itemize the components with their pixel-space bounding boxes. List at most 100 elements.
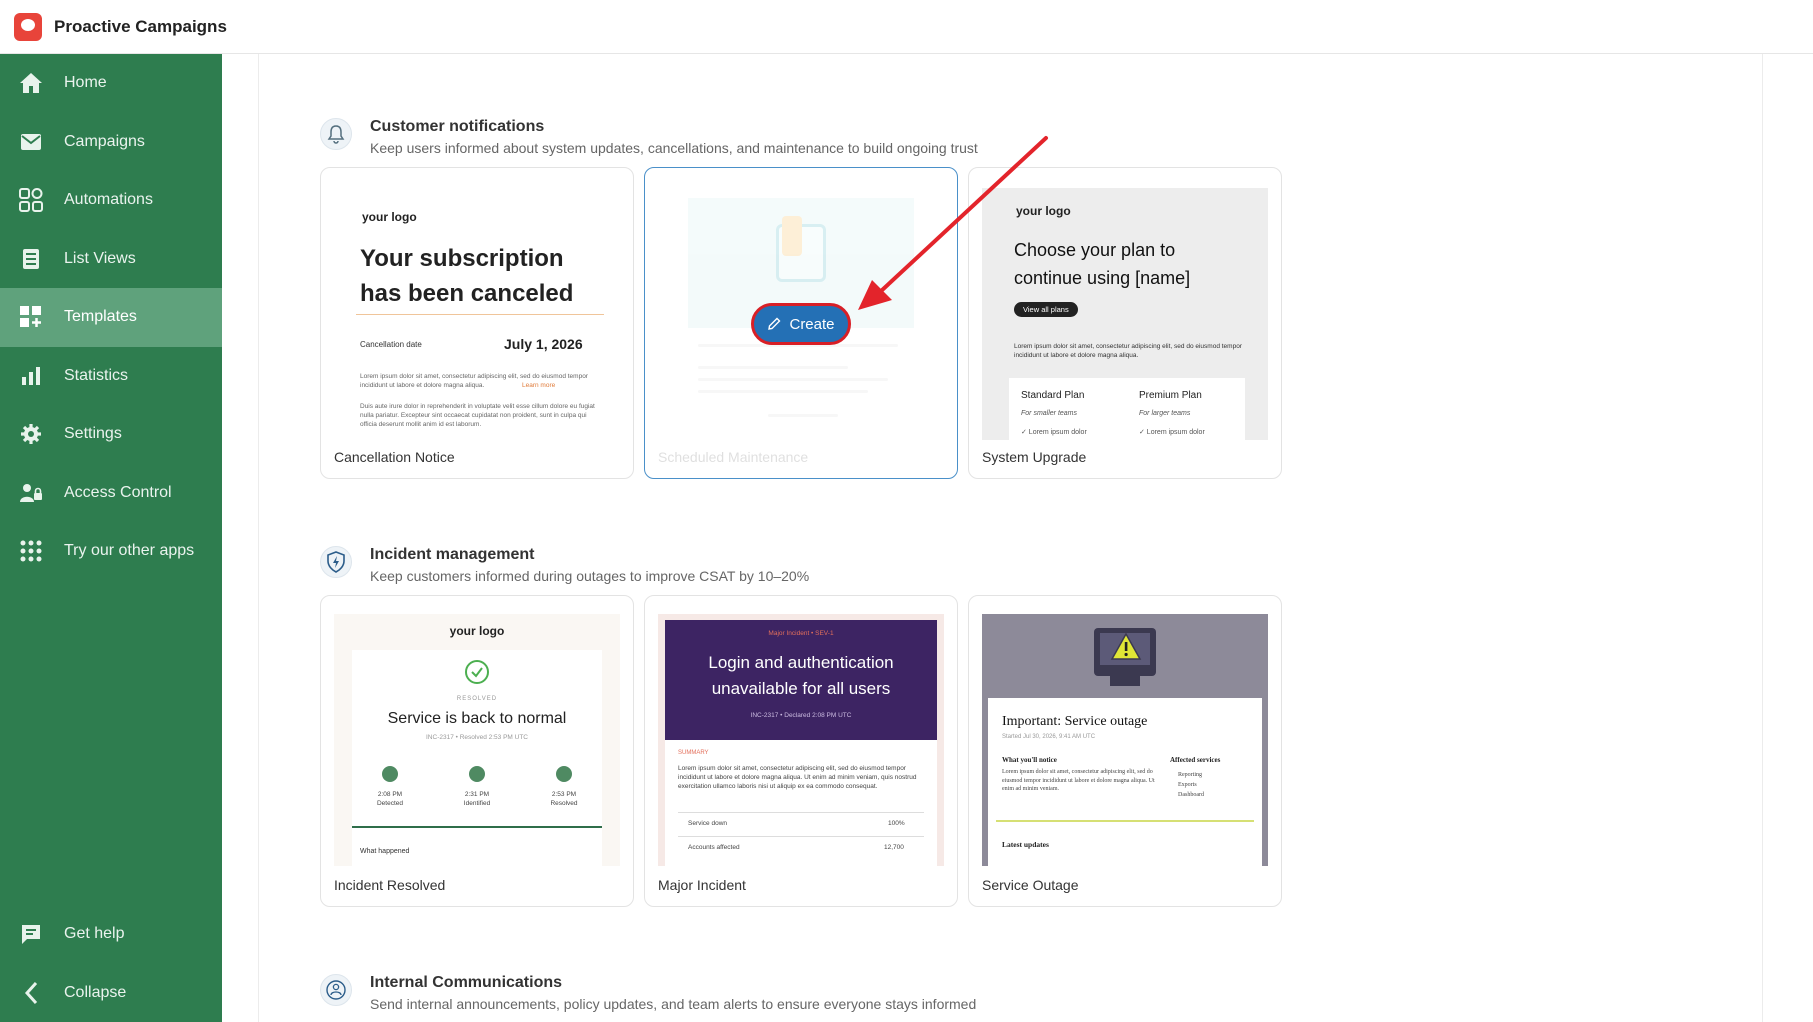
sidebar-item-home[interactable]: Home [0,54,222,113]
home-icon [18,72,44,94]
sidebar-item-label: Templates [64,308,137,326]
preview-sub: INC-2317 • Declared 2:08 PM UTC [750,712,852,719]
preview-logo: your logo [362,210,417,224]
gear-icon [18,423,44,445]
help-chat-icon [18,923,44,945]
preview-col-title: What you'll notice [1002,756,1057,764]
template-card-system-upgrade[interactable]: your logo Choose your plan to continue u… [968,167,1282,479]
preview-logo: your logo [1016,204,1071,218]
template-preview: Major Incident • SEV-1 Login and authent… [658,614,944,866]
section-description: Keep users informed about system updates… [370,140,978,156]
template-preview: Important: Service outage Started Jul 30… [982,614,1268,866]
card-label: Service Outage [982,877,1079,893]
sidebar-item-list-views[interactable]: List Views [0,230,222,289]
preview-col-title: Affected services [1170,756,1221,764]
sidebar-item-label: Automations [64,191,153,209]
preview-logo: your logo [449,624,505,638]
sidebar-item-label: Try our other apps [64,542,195,560]
card-label: Major Incident [658,877,746,893]
sidebar-item-other-apps[interactable]: Try our other apps [0,522,222,581]
sidebar-item-campaigns[interactable]: Campaigns [0,113,222,172]
timeline-dot [556,766,572,782]
section-description: Keep customers informed during outages t… [370,568,810,584]
preview-body: Lorem ipsum dolor sit amet, consectetur … [1014,343,1242,359]
monitor-stand [1110,676,1140,686]
preview-heading: Login and authentication unavailable for… [708,653,894,698]
template-card-scheduled-maintenance[interactable]: Scheduled Maintenance Create [644,167,958,479]
sidebar-item-templates[interactable]: Templates [0,288,222,347]
template-card-cancellation-notice[interactable]: your logo Your subscription has been can… [320,167,634,479]
create-template-button[interactable]: Create [751,303,851,345]
sidebar-bottom: Get help Collapse [0,905,222,1022]
preview-divider [356,314,604,315]
sidebar-item-settings[interactable]: Settings [0,405,222,464]
plan-name: Premium Plan [1139,390,1202,401]
template-card-service-outage[interactable]: Important: Service outage Started Jul 30… [968,595,1282,907]
sidebar-collapse-button[interactable]: Collapse [0,964,222,1022]
card-label: Cancellation Notice [334,449,455,465]
sidebar-item-access-control[interactable]: Access Control [0,464,222,523]
bell-icon [320,118,352,150]
preview-link: Learn more [522,382,556,389]
section-description: Send internal announcements, policy upda… [370,996,977,1012]
preview-divider [996,820,1254,822]
list-icon [18,248,44,270]
preview-section-title: Latest updates [1002,840,1049,849]
preview-tag: Major Incident • SEV-1 [768,630,834,637]
template-card-major-incident[interactable]: Major Incident • SEV-1 Login and authent… [644,595,958,907]
preview-heading: Your subscription has been canceled [360,245,574,307]
preview-date-label: Cancellation date [360,340,422,349]
sidebar-item-label: Statistics [64,366,129,384]
preview-body: Lorem ipsum dolor sit amet, consectetur … [360,373,588,389]
preview-body: Duis aute irure dolor in reprehenderit i… [360,403,595,428]
sidebar-item-statistics[interactable]: Statistics [0,347,222,406]
preview-view-plans-button: View all plans [1014,302,1078,317]
sidebar-item-label: List Views [64,249,136,267]
section-title: Internal Communications [370,974,563,991]
pencil-icon [768,317,781,330]
preview-date-value: July 1, 2026 [504,336,583,352]
metric-value: 12,700 [884,844,904,851]
team-icon [320,974,352,1006]
bar-chart-icon [18,365,44,387]
template-card-incident-resolved[interactable]: your logo RESOLVED Service is back to no… [320,595,634,907]
section-title: Customer notifications [370,118,545,135]
automation-icon [18,188,44,213]
metric-value: 100% [888,820,905,827]
preview-heading: Important: Service outage [1002,714,1148,729]
sidebar-item-label: Access Control [64,483,172,501]
preview-divider [678,812,924,813]
user-lock-icon [18,482,44,504]
monitor-icon [1094,628,1156,676]
template-preview: your logo Your subscription has been can… [334,186,620,438]
wrench-icon [782,216,802,256]
preview-body: Lorem ipsum dolor sit amet, consectetur … [1002,769,1155,792]
sidebar-item-label: Campaigns [64,132,145,150]
preview-summary-label: SUMMARY [678,750,709,756]
metric-label: Service down [688,820,728,827]
app-logo-icon [14,12,42,41]
sidebar-item-get-help[interactable]: Get help [0,905,222,964]
templates-icon [18,306,44,328]
plan-feature: ✓ Lorem ipsum dolor [1021,429,1087,436]
section-customer-notifications: Customer notifications Keep users inform… [320,118,1320,158]
check-circle-icon [465,660,489,684]
app-title: Proactive Campaigns [54,16,227,36]
sidebar-item-label: Home [64,74,107,92]
top-bar: Proactive Campaigns [0,0,1813,54]
plan-feature: ✓ Lorem ipsum dolor [1139,429,1205,436]
card-label: Incident Resolved [334,877,446,893]
preview-divider [678,836,924,837]
grid-icon [18,540,44,562]
create-button-label: Create [789,315,835,333]
sidebar-item-automations[interactable]: Automations [0,171,222,230]
mail-icon [18,131,44,153]
preview-divider [352,826,602,828]
preview-body: Lorem ipsum dolor sit amet, consectetur … [678,765,917,790]
sidebar: Home Campaigns Automations List Views Te… [0,54,222,1022]
shield-bolt-icon [320,546,352,578]
sidebar-item-label: Collapse [64,983,127,1001]
plan-subtitle: For larger teams [1139,410,1191,417]
warning-icon [1110,632,1142,660]
plan-name: Standard Plan [1021,390,1085,401]
